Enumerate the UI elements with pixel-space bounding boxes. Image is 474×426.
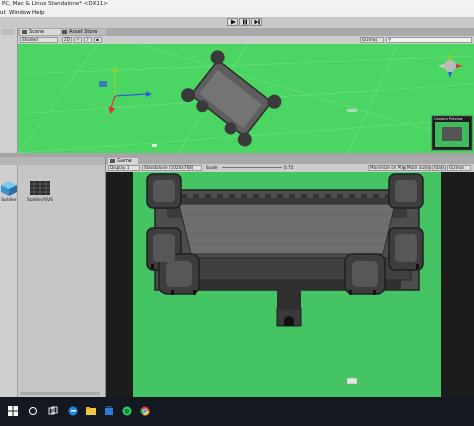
effects-toggle[interactable]: ▪ [94,37,102,43]
resolution-dropdown[interactable]: Standalone (1024x768) [142,165,202,171]
hierarchy-panel [0,28,18,153]
pause-button[interactable] [239,18,250,26]
scale-value: 0.75 [284,165,294,170]
step-icon [254,19,260,25]
display-dropdown[interactable]: Display 1 [108,165,140,171]
game-tab-bar: Game [106,157,474,164]
orientation-gizmo-icon[interactable] [438,52,463,78]
game-gizmos-dropdown[interactable]: Gizmos [447,165,471,171]
asset-soldier[interactable]: Soldier [0,180,18,203]
stats-toggle[interactable]: Stats [432,165,446,171]
scale-label: Scale [206,165,218,170]
scene-search-input[interactable]: ⚲ [386,37,472,43]
menu-item-window[interactable]: Window [9,10,31,16]
camera-preview-label: Camera Preview [434,117,463,121]
speaker-icon: ♪ [86,37,89,42]
windows-start-icon[interactable] [8,406,18,416]
maximize-on-play-toggle[interactable]: Maximize on Play [368,165,406,171]
texture-icon [30,181,50,195]
tab-scene[interactable]: Scene [20,29,62,35]
window-title-bar: PC, Mac & Linux Standalone* <DX11> [0,0,474,9]
file-explorer-icon[interactable] [86,406,96,416]
shading-mode-dropdown[interactable]: Shaded [20,37,58,43]
asset-store-icon [62,29,67,34]
task-view-icon[interactable] [48,406,58,416]
camera-preview [431,115,473,151]
light-marker [347,109,357,112]
canvas-marker [152,144,157,147]
play-icon [230,19,236,25]
play-button[interactable] [227,18,238,26]
game-view[interactable] [133,172,441,397]
scene-gizmos-dropdown[interactable]: Gizmos [360,37,384,43]
lighting-toggle[interactable]: ☼ [74,37,82,43]
window-title: PC, Mac & Linux Standalone* <DX11> [2,1,108,7]
tab-asset-store[interactable]: Asset Store [60,29,106,35]
spotify-icon[interactable] [122,406,132,416]
scene-viewport [18,44,474,153]
scene-icon [22,29,27,34]
mute-audio-toggle[interactable]: Mute audio [405,165,431,171]
game-icon [110,158,115,163]
cube-prefab-icon [1,181,17,196]
hierarchy-tab[interactable] [1,29,15,35]
castle-model-game [146,173,424,385]
asset-size-slider[interactable] [20,392,100,395]
scene-tab-bar: Scene Asset Store [18,28,474,36]
step-button[interactable] [251,18,262,26]
search-icon: ⚲ [388,37,392,42]
image-icon: ▪ [96,37,99,42]
chrome-icon[interactable] [140,406,150,416]
project-toolbar [0,157,105,165]
store-icon[interactable] [104,406,114,416]
menu-item-help[interactable]: Help [32,10,45,16]
audio-toggle[interactable]: ♪ [84,37,92,43]
sun-icon: ☼ [76,37,80,42]
edge-icon[interactable] [68,406,78,416]
menu-item-edit[interactable]: ut [0,10,6,16]
2d-toggle[interactable]: 2D [62,37,72,43]
windows-taskbar [0,397,474,426]
scene-view[interactable]: Camera Preview [18,44,474,153]
scale-slider[interactable] [222,167,282,168]
pause-icon [242,19,247,25]
asset-soldier-svs[interactable]: Soldier/SVS [27,180,53,203]
search-icon[interactable] [28,406,38,416]
